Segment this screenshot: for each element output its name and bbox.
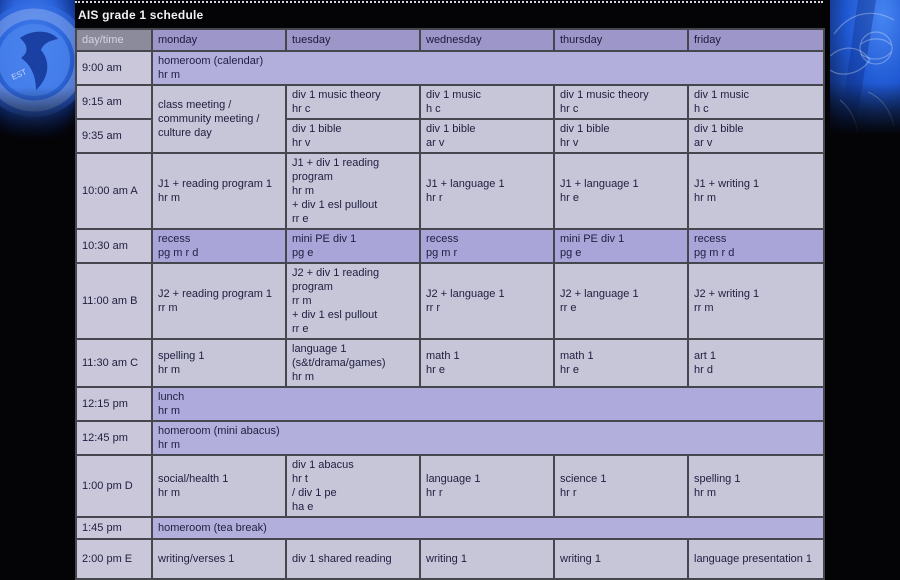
header-row: day/time monday tuesday wednesday thursd… xyxy=(75,28,825,52)
cell-1130-tuesday: language 1 (s&t/drama/games) hr m xyxy=(285,338,421,388)
cell-1000-tuesday: J1 + div 1 reading program hr m + div 1 … xyxy=(285,152,421,230)
cell-1215-lunch: lunch hr m xyxy=(151,386,825,422)
column-header-day-time: day/time xyxy=(75,28,153,52)
cell-1130-monday: spelling 1 hr m xyxy=(151,338,287,388)
cell-1400-wednesday: writing 1 xyxy=(419,538,555,580)
row-1100: 11:00 am B J2 + reading program 1 rr m J… xyxy=(75,262,825,340)
cell-1400-thursday: writing 1 xyxy=(553,538,689,580)
time-cell-1030: 10:30 am xyxy=(75,228,153,264)
cell-915-wednesday: div 1 music h c xyxy=(419,84,555,120)
row-900: 9:00 am homeroom (calendar) hr m xyxy=(75,50,825,86)
cell-1130-friday: art 1 hr d xyxy=(687,338,825,388)
cell-1100-monday: J2 + reading program 1 rr m xyxy=(151,262,287,340)
column-header-tuesday: tuesday xyxy=(285,28,421,52)
row-1345: 1:45 pm homeroom (tea break) xyxy=(75,516,825,540)
cell-915-monday: class meeting / community meeting / cult… xyxy=(151,84,287,154)
cell-915-tuesday: div 1 music theory hr c xyxy=(285,84,421,120)
cell-1130-thursday: math 1 hr e xyxy=(553,338,689,388)
cell-1000-wednesday: J1 + language 1 hr r xyxy=(419,152,555,230)
time-cell-1400: 2:00 pm E xyxy=(75,538,153,580)
time-cell-1300: 1:00 pm D xyxy=(75,454,153,518)
cell-935-wednesday: div 1 bible ar v xyxy=(419,118,555,154)
cell-1400-friday: language presentation 1 xyxy=(687,538,825,580)
time-cell-1245: 12:45 pm xyxy=(75,420,153,456)
column-header-wednesday: wednesday xyxy=(419,28,555,52)
row-1300: 1:00 pm D social/health 1 hr m div 1 aba… xyxy=(75,454,825,518)
cell-1400-monday: writing/verses 1 xyxy=(151,538,287,580)
cell-1030-tuesday: mini PE div 1 pg e xyxy=(285,228,421,264)
emblem-fade xyxy=(830,83,900,138)
cell-1245-homeroom: homeroom (mini abacus) hr m xyxy=(151,420,825,456)
page-title: AIS grade 1 schedule xyxy=(78,8,204,22)
time-cell-1345: 1:45 pm xyxy=(75,516,153,540)
time-cell-1100: 11:00 am B xyxy=(75,262,153,340)
cell-915-friday: div 1 music h c xyxy=(687,84,825,120)
cell-915-thursday: div 1 music theory hr c xyxy=(553,84,689,120)
row-1215: 12:15 pm lunch hr m xyxy=(75,386,825,422)
column-header-friday: friday xyxy=(687,28,825,52)
row-1030: 10:30 am recess pg m r d mini PE div 1 p… xyxy=(75,228,825,264)
cell-1100-thursday: J2 + language 1 rr e xyxy=(553,262,689,340)
column-header-thursday: thursday xyxy=(553,28,689,52)
row-1000: 10:00 am A J1 + reading program 1 hr m J… xyxy=(75,152,825,230)
cell-1400-tuesday: div 1 shared reading xyxy=(285,538,421,580)
cell-935-friday: div 1 bible ar v xyxy=(687,118,825,154)
emblem-fade xyxy=(0,87,75,142)
column-header-monday: monday xyxy=(151,28,287,52)
cell-1300-wednesday: language 1 hr r xyxy=(419,454,555,518)
schedule-table: day/time monday tuesday wednesday thursd… xyxy=(75,28,825,580)
row-915: 9:15 am class meeting / community meetin… xyxy=(75,84,825,154)
row-1400: 2:00 pm E writing/verses 1 div 1 shared … xyxy=(75,538,825,580)
time-cell-1215: 12:15 pm xyxy=(75,386,153,422)
cell-1000-thursday: J1 + language 1 hr e xyxy=(553,152,689,230)
time-cell-1130: 11:30 am C xyxy=(75,338,153,388)
row-1130: 11:30 am C spelling 1 hr m language 1 (s… xyxy=(75,338,825,388)
time-cell-900: 9:00 am xyxy=(75,50,153,86)
cell-1030-thursday: mini PE div 1 pg e xyxy=(553,228,689,264)
cell-1130-wednesday: math 1 hr e xyxy=(419,338,555,388)
cell-1300-monday: social/health 1 hr m xyxy=(151,454,287,518)
cell-1030-monday: recess pg m r d xyxy=(151,228,287,264)
cell-1300-tuesday: div 1 abacus hr t / div 1 pe ha e xyxy=(285,454,421,518)
cell-1100-tuesday: J2 + div 1 reading program rr m + div 1 … xyxy=(285,262,421,340)
schedule-page: AIS grade 1 schedule day/time monday tue… xyxy=(75,0,825,580)
school-crest-left: EST xyxy=(0,0,75,142)
cell-900-homeroom: homeroom (calendar) hr m xyxy=(151,50,825,86)
cell-1300-friday: spelling 1 hr m xyxy=(687,454,825,518)
school-crest-right xyxy=(830,0,900,138)
cell-1345-homeroom: homeroom (tea break) xyxy=(151,516,825,540)
cell-1100-wednesday: J2 + language 1 rr r xyxy=(419,262,555,340)
cell-1000-friday: J1 + writing 1 hr m xyxy=(687,152,825,230)
row-1245: 12:45 pm homeroom (mini abacus) hr m xyxy=(75,420,825,456)
time-cell-935: 9:35 am xyxy=(75,118,153,154)
cell-1030-wednesday: recess pg m r xyxy=(419,228,555,264)
cell-1100-friday: J2 + writing 1 rr m xyxy=(687,262,825,340)
page: { "title": "AIS grade 1 schedule", "back… xyxy=(0,0,900,580)
cell-935-thursday: div 1 bible hr v xyxy=(553,118,689,154)
cell-935-tuesday: div 1 bible hr v xyxy=(285,118,421,154)
time-cell-1000: 10:00 am A xyxy=(75,152,153,230)
cell-1030-friday: recess pg m r d xyxy=(687,228,825,264)
time-cell-915: 9:15 am xyxy=(75,84,153,120)
cell-1000-monday: J1 + reading program 1 hr m xyxy=(151,152,287,230)
cell-1300-thursday: science 1 hr r xyxy=(553,454,689,518)
